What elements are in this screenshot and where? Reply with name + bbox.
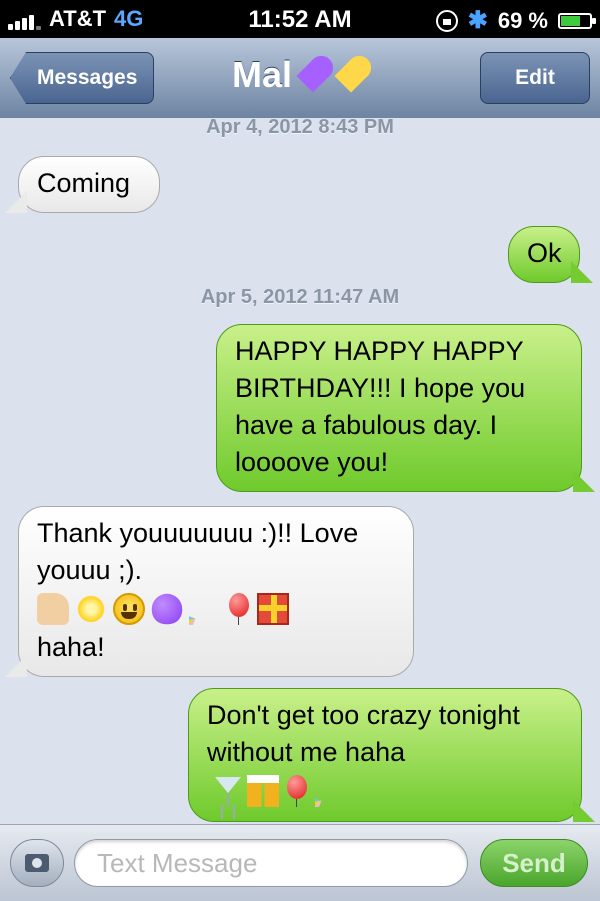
emoji-row [37,589,393,629]
outgoing-message-bubble[interactable]: Don't get too crazy tonight without me h… [188,688,595,822]
beers-icon [247,775,279,807]
message-input-bar: Send [0,824,600,901]
battery-percent: 69 % [497,7,548,33]
incoming-message-bubble[interactable]: Coming [5,156,160,213]
status-indicators: ✱ 69 % [435,6,596,35]
camera-icon [25,854,49,872]
message-text-continued: haha! [37,632,105,662]
battery-icon [558,12,596,29]
balloon-icon [285,775,309,807]
purple-heart-icon [151,593,183,625]
message-text: Thank youuuuuuu :)!! Love youuu ;). [37,518,359,585]
message-text: HAPPY HAPPY HAPPY BIRTHDAY!!! I hope you… [235,336,526,477]
party-popper-icon [315,775,347,807]
outgoing-message-bubble[interactable]: Ok [508,226,593,283]
navigation-bar: Messages Mal Edit [0,38,600,119]
cocktail-icon [215,775,241,807]
edit-button[interactable]: Edit [480,52,590,104]
message-text: Don't get too crazy tonight without me h… [207,700,520,767]
outgoing-message-bubble[interactable]: HAPPY HAPPY HAPPY BIRTHDAY!!! I hope you… [216,324,595,492]
incoming-message-bubble[interactable]: Thank youuuuuuu :)!! Love youuu ;). haha… [5,506,414,677]
thumbs-up-icon [37,593,69,625]
bluetooth-icon: ✱ [467,7,488,34]
timestamp: Apr 4, 2012 8:43 PM [206,118,394,138]
message-input[interactable] [74,839,468,887]
emoji-row [207,771,561,811]
balloon-icon [227,593,251,625]
contact-name: Mal [231,54,292,95]
message-thread[interactable]: Apr 4, 2012 8:43 PM Coming Ok Apr 5, 201… [0,118,600,824]
status-bar: AT&T 4G 11:52 AM ✱ 69 % [0,0,600,38]
gift-icon [257,593,289,625]
yellow-heart-icon [334,59,368,93]
purple-heart-icon [296,59,330,93]
message-text: Coming [37,168,131,198]
send-button[interactable]: Send [480,839,588,887]
smiley-icon [113,593,145,625]
message-text: Ok [527,238,562,268]
battery-level [561,15,581,26]
timestamp: Apr 5, 2012 11:47 AM [200,286,400,308]
party-popper-icon [189,593,221,625]
camera-button[interactable] [10,839,64,887]
sparkle-star-icon [75,593,107,625]
rotation-lock-icon [435,9,458,32]
